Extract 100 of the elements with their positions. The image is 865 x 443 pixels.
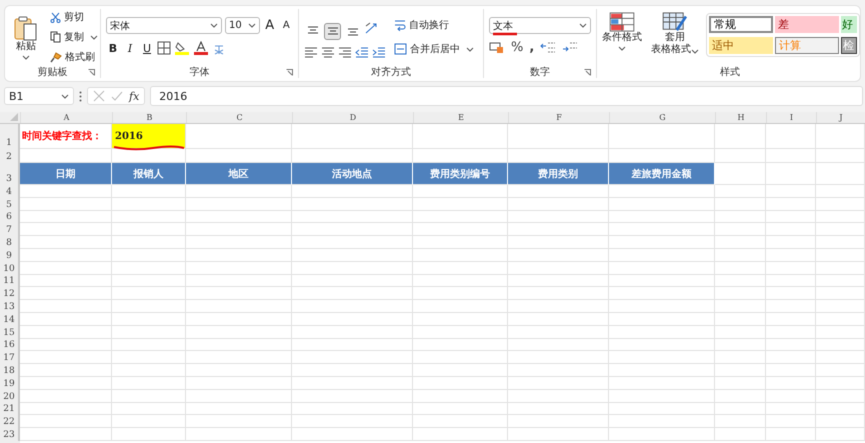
table-cell[interactable] — [609, 210, 715, 224]
table-cell[interactable] — [413, 185, 508, 198]
table-cell[interactable] — [20, 248, 112, 262]
table-cell[interactable] — [112, 287, 186, 300]
table-cell[interactable] — [508, 262, 609, 275]
table-cell[interactable] — [20, 210, 112, 224]
column-heading[interactable]: 费用类别 — [508, 163, 609, 185]
table-cell[interactable] — [508, 300, 609, 313]
table-cell[interactable] — [816, 390, 865, 403]
table-cell[interactable] — [186, 402, 292, 416]
decrease-indent-icon[interactable] — [355, 46, 369, 58]
table-cell[interactable] — [715, 376, 766, 390]
table-cell[interactable] — [508, 415, 609, 428]
table-cell[interactable] — [508, 428, 609, 441]
table-cell[interactable] — [816, 312, 865, 326]
table-cell[interactable] — [609, 351, 715, 364]
table-cell[interactable] — [20, 338, 112, 352]
table-cell[interactable] — [20, 351, 112, 364]
column-letter[interactable]: H — [715, 112, 766, 123]
increase-indent-icon[interactable] — [372, 46, 386, 58]
table-cell[interactable] — [508, 312, 609, 326]
table-cell[interactable] — [715, 223, 766, 236]
table-cell[interactable] — [112, 300, 186, 313]
table-cell[interactable] — [413, 300, 508, 313]
table-cell[interactable] — [508, 287, 609, 300]
table-cell[interactable] — [609, 274, 715, 288]
font-color-icon[interactable] — [193, 41, 209, 55]
table-cell[interactable] — [112, 390, 186, 403]
table-cell[interactable] — [112, 223, 186, 236]
table-cell[interactable] — [715, 351, 766, 364]
table-cell[interactable] — [715, 124, 766, 149]
table-cell[interactable] — [816, 124, 865, 149]
dialog-launcher-icon[interactable] — [584, 69, 591, 76]
table-cell[interactable] — [112, 376, 186, 390]
table-cell[interactable] — [715, 185, 766, 198]
table-cell[interactable] — [413, 364, 508, 377]
formula-input[interactable]: 2016 — [150, 86, 863, 106]
table-cell[interactable] — [186, 262, 292, 275]
table-cell[interactable] — [292, 248, 413, 262]
table-cell[interactable] — [20, 364, 112, 377]
table-cell[interactable] — [766, 163, 816, 185]
borders-icon[interactable] — [157, 41, 171, 55]
table-cell[interactable] — [715, 198, 766, 211]
table-cell[interactable] — [413, 124, 508, 149]
cell-style-option[interactable]: 好 — [841, 16, 857, 33]
table-cell[interactable] — [413, 198, 508, 211]
underline-button[interactable]: U — [140, 40, 154, 56]
table-cell[interactable] — [715, 210, 766, 224]
currency-icon[interactable] — [489, 41, 505, 54]
table-cell[interactable] — [816, 210, 865, 224]
table-cell[interactable] — [186, 376, 292, 390]
column-letter[interactable]: D — [292, 112, 413, 123]
table-cell[interactable] — [715, 326, 766, 339]
table-cell[interactable] — [292, 351, 413, 364]
insert-function-button[interactable]: fx — [129, 90, 140, 102]
column-heading[interactable]: 日期 — [20, 163, 112, 185]
column-letter[interactable]: F — [508, 112, 609, 123]
align-lines-icon[interactable] — [338, 46, 352, 58]
cancel-icon[interactable] — [93, 90, 105, 102]
table-cell[interactable] — [112, 274, 186, 288]
table-cell[interactable] — [715, 364, 766, 377]
table-cell[interactable] — [715, 300, 766, 313]
table-cell[interactable] — [20, 274, 112, 288]
table-cell[interactable] — [609, 198, 715, 211]
table-cell[interactable] — [20, 326, 112, 339]
table-cell[interactable] — [609, 312, 715, 326]
table-cell[interactable] — [112, 312, 186, 326]
table-cell[interactable] — [20, 390, 112, 403]
column-heading[interactable]: 报销人 — [112, 163, 186, 185]
table-cell[interactable] — [20, 376, 112, 390]
table-cell[interactable] — [292, 312, 413, 326]
conditional-formatting-button[interactable]: 条件格式 — [600, 9, 644, 51]
column-letter[interactable]: B — [112, 112, 186, 123]
table-cell[interactable] — [609, 124, 715, 149]
table-cell[interactable] — [609, 338, 715, 352]
table-cell[interactable] — [20, 262, 112, 275]
table-cell[interactable] — [766, 210, 816, 224]
cell-style-option[interactable]: 常规 — [709, 16, 773, 33]
table-cell[interactable] — [508, 338, 609, 352]
table-cell[interactable] — [715, 402, 766, 416]
table-cell[interactable] — [508, 223, 609, 236]
table-cell[interactable] — [112, 415, 186, 428]
table-cell[interactable] — [508, 274, 609, 288]
table-cell[interactable] — [508, 124, 609, 149]
table-cell[interactable] — [816, 338, 865, 352]
table-cell[interactable] — [186, 326, 292, 339]
column-heading[interactable]: 地区 — [186, 163, 292, 185]
table-cell[interactable] — [186, 223, 292, 236]
table-cell[interactable] — [112, 364, 186, 377]
table-cell[interactable] — [186, 198, 292, 211]
table-cell[interactable] — [186, 274, 292, 288]
table-cell[interactable] — [508, 376, 609, 390]
table-cell[interactable] — [186, 124, 292, 149]
table-cell[interactable] — [508, 210, 609, 224]
table-cell[interactable] — [413, 274, 508, 288]
table-cell[interactable] — [413, 287, 508, 300]
table-cell[interactable] — [766, 262, 816, 275]
font-name-dropdown[interactable]: 宋体 — [106, 17, 222, 34]
cell-style-option[interactable]: 适中 — [709, 37, 773, 54]
table-cell[interactable] — [766, 415, 816, 428]
